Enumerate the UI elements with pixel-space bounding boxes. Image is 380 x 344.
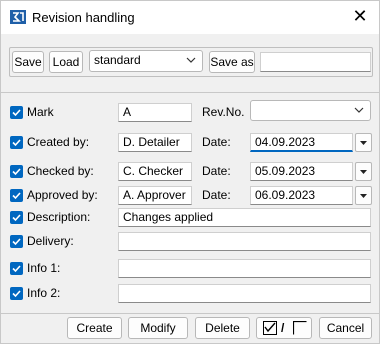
checkmark-icon — [12, 192, 21, 200]
created-date-picker-button[interactable] — [355, 133, 372, 152]
modify-button[interactable]: Modify — [128, 317, 188, 339]
revision-handling-dialog: Revision handling ✕ Save Load standard S… — [0, 0, 380, 344]
title-bar: Revision handling ✕ — [1, 1, 379, 34]
created-date-input[interactable]: 04.09.2023 — [250, 133, 353, 152]
dropdown-arrow-icon — [360, 170, 367, 174]
app-logo-icon — [10, 10, 26, 24]
approved-date-label: Date: — [202, 188, 231, 202]
toggle-separator: / — [281, 321, 285, 335]
created-by-checkbox[interactable] — [10, 136, 23, 149]
save-button[interactable]: Save — [12, 51, 44, 73]
dropdown-arrow-icon — [360, 141, 367, 145]
created-date-label: Date: — [202, 135, 231, 149]
dropdown-arrow-icon — [360, 194, 367, 198]
info2-input[interactable] — [118, 284, 371, 303]
info2-checkbox[interactable] — [10, 287, 23, 300]
delivery-label: Delivery: — [27, 234, 74, 248]
load-button[interactable]: Load — [49, 51, 83, 73]
approved-by-checkbox[interactable] — [10, 189, 23, 202]
delivery-input[interactable] — [118, 232, 371, 251]
created-by-input[interactable]: D. Detailer — [118, 133, 192, 152]
description-checkbox[interactable] — [10, 211, 23, 224]
profile-select-value: standard — [94, 53, 141, 67]
checked-date-picker-button[interactable] — [355, 162, 372, 181]
mark-checkbox[interactable] — [10, 106, 23, 119]
approved-by-label: Approved by: — [27, 188, 98, 202]
checkmark-icon — [12, 214, 21, 222]
approved-date-input[interactable]: 06.09.2023 — [250, 186, 353, 205]
rev-no-select[interactable] — [250, 100, 371, 121]
window-title: Revision handling — [32, 10, 135, 25]
unchecked-box-icon — [293, 321, 307, 335]
dialog-body: Save Load standard Save as Mark A Rev.No… — [1, 34, 379, 343]
checkmark-icon — [12, 109, 21, 117]
chevron-down-icon — [186, 57, 196, 63]
profile-select[interactable]: standard — [89, 50, 203, 72]
checkmark-icon — [12, 238, 21, 246]
info1-label: Info 1: — [27, 261, 61, 275]
approved-by-input[interactable]: A. Approver — [118, 186, 192, 205]
description-label: Description: — [27, 210, 91, 224]
checkmark-icon — [12, 290, 21, 298]
checked-date-label: Date: — [202, 164, 231, 178]
delivery-checkbox[interactable] — [10, 235, 23, 248]
chevron-down-icon — [354, 107, 364, 113]
mark-label: Mark — [27, 105, 54, 119]
checkmark-icon — [12, 265, 21, 273]
checked-by-checkbox[interactable] — [10, 165, 23, 178]
checked-by-input[interactable]: C. Checker — [118, 162, 192, 181]
checked-by-label: Checked by: — [27, 164, 94, 178]
checkmark-icon — [12, 139, 21, 147]
rev-no-label: Rev.No. — [202, 105, 245, 119]
delete-button[interactable]: Delete — [195, 317, 250, 339]
info2-label: Info 2: — [27, 286, 61, 300]
toggle-all-checkboxes-button[interactable]: / — [256, 317, 312, 339]
close-icon[interactable]: ✕ — [348, 6, 372, 28]
checked-box-icon — [263, 321, 277, 335]
created-by-label: Created by: — [27, 135, 90, 149]
approved-date-picker-button[interactable] — [355, 186, 372, 205]
description-input[interactable]: Changes applied — [118, 208, 371, 227]
info1-input[interactable] — [118, 259, 371, 278]
checked-date-input[interactable]: 05.09.2023 — [250, 162, 353, 181]
save-as-button[interactable]: Save as — [209, 51, 255, 73]
mark-input[interactable]: A — [118, 103, 192, 122]
checkmark-icon — [12, 168, 21, 176]
save-as-name-input[interactable] — [260, 52, 371, 72]
info1-checkbox[interactable] — [10, 262, 23, 275]
create-button[interactable]: Create — [67, 317, 122, 339]
cancel-button[interactable]: Cancel — [319, 317, 372, 339]
